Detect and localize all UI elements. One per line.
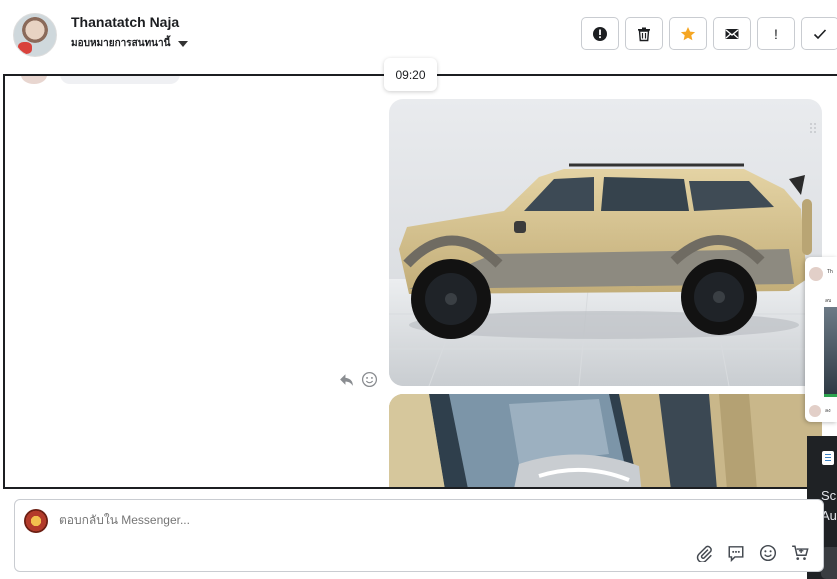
assign-label: มอบหมายการสนทนานี้ — [71, 38, 171, 49]
preview-line: ลบ — [825, 298, 832, 304]
envelope-icon — [725, 28, 739, 39]
contact-avatar[interactable] — [13, 13, 57, 57]
shopping-cart-icon[interactable] — [791, 544, 809, 562]
preview-avatar-small — [809, 405, 821, 417]
conversation-toolbar: ! — [581, 17, 837, 50]
preview-thumbnail — [824, 307, 837, 397]
preview-avatar — [809, 267, 823, 281]
reply-input[interactable] — [59, 513, 559, 527]
reply-composer — [14, 499, 824, 572]
photo-attachment[interactable] — [389, 394, 822, 487]
suv-photo-image — [389, 99, 822, 386]
emoji-reaction-icon[interactable] — [361, 371, 378, 388]
paperclip-icon[interactable] — [695, 544, 713, 562]
notification-preview-card[interactable]: Th ลบ ลง — [805, 257, 837, 422]
check-icon — [813, 28, 827, 39]
sender-avatar — [21, 76, 47, 84]
preview-footer: ลง — [825, 408, 831, 414]
star-button[interactable] — [669, 17, 707, 50]
alert-circle-icon — [593, 26, 607, 41]
saved-reply-icon[interactable] — [727, 544, 745, 562]
exclamation-icon: ! — [774, 25, 778, 42]
trash-icon — [638, 27, 650, 41]
mark-unread-button[interactable] — [713, 17, 751, 50]
chevron-down-icon — [178, 40, 189, 47]
inbox-conversation-view: Thanatatch Naja มอบหมายการสนทนานี้ ! 09:… — [0, 0, 837, 579]
emoji-icon[interactable] — [759, 544, 777, 562]
contact-name[interactable]: Thanatatch Naja — [71, 14, 179, 30]
page-avatar — [24, 509, 48, 533]
expand-handle-icon[interactable] — [809, 122, 817, 134]
message-actions — [338, 371, 378, 388]
message-timestamp: 09:20 — [384, 58, 437, 91]
follow-up-button[interactable]: ! — [757, 17, 795, 50]
app-icon — [822, 451, 834, 465]
previous-message-bubble — [60, 76, 180, 84]
message-thread[interactable] — [3, 74, 837, 489]
suv-mirror-photo-image — [389, 394, 822, 487]
delete-button[interactable] — [625, 17, 663, 50]
mark-done-button[interactable] — [801, 17, 837, 50]
notification-title: Sc — [821, 488, 837, 503]
composer-tools — [695, 544, 809, 562]
spam-button[interactable] — [581, 17, 619, 50]
reply-icon[interactable] — [338, 371, 355, 388]
photo-attachment[interactable] — [389, 99, 822, 386]
preview-title: Th — [827, 269, 833, 275]
assign-conversation-dropdown[interactable]: มอบหมายการสนทนานี้ — [71, 36, 189, 51]
star-icon — [680, 26, 696, 40]
